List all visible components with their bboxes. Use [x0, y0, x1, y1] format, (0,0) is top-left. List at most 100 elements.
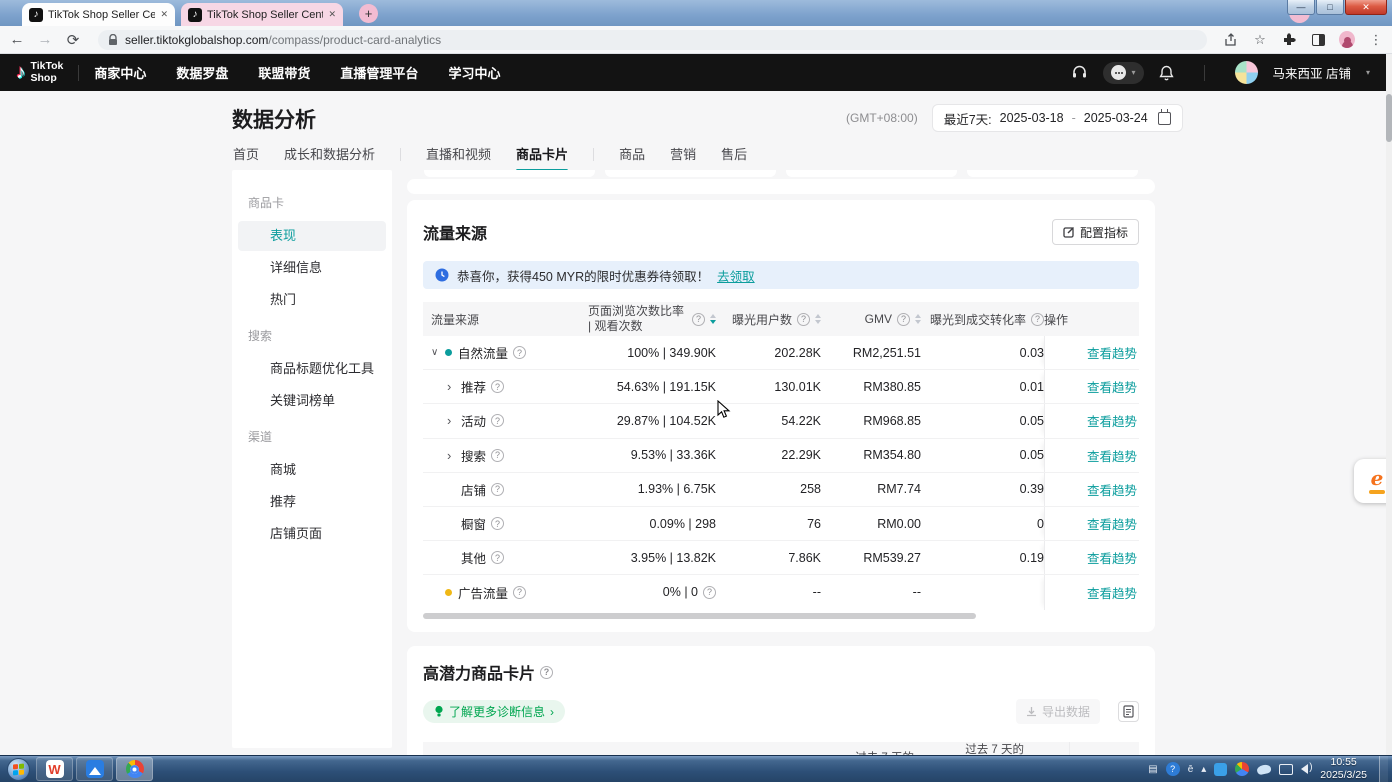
new-tab-button[interactable]: + — [359, 4, 378, 23]
view-trend-link[interactable]: 查看趋势 — [1087, 514, 1137, 533]
analytics-tab[interactable]: 商品 — [619, 144, 645, 172]
help-icon[interactable] — [797, 313, 810, 326]
help-icon[interactable] — [692, 313, 705, 326]
sidebar-item[interactable]: 商品标题优化工具 — [238, 354, 386, 384]
tab-close-icon[interactable]: ✕ — [328, 9, 336, 20]
browser-tab[interactable]: ♪TikTok Shop Seller Center | Cro✕ — [22, 3, 175, 26]
view-trend-link[interactable]: 查看趋势 — [1087, 446, 1137, 465]
site-nav-item[interactable]: 直播管理平台 — [340, 63, 418, 82]
help-icon[interactable] — [491, 380, 504, 393]
notifications-bell-icon[interactable] — [1159, 65, 1174, 81]
show-desktop-button[interactable] — [1379, 756, 1388, 781]
store-name[interactable]: 马来西亚 店铺 — [1273, 63, 1351, 82]
refresh-icon[interactable]: ⟳ — [64, 31, 82, 49]
site-nav-item[interactable]: 学习中心 — [448, 63, 500, 82]
configure-metrics-button[interactable]: 配置指标 — [1052, 219, 1139, 245]
view-trend-link[interactable]: 查看趋势 — [1087, 548, 1137, 567]
volume-icon[interactable] — [1301, 764, 1308, 774]
cloud-tray-icon[interactable] — [1256, 763, 1272, 775]
site-nav-item[interactable]: 数据罗盘 — [176, 63, 228, 82]
analytics-tab[interactable]: 售后 — [721, 144, 747, 172]
sort-icons[interactable] — [815, 314, 821, 324]
tiktok-shop-logo[interactable]: TikTokShop — [31, 61, 64, 83]
export-data-button[interactable]: 导出数据 — [1016, 699, 1100, 724]
taskbar-clock[interactable]: 10:55 2025/3/25 — [1320, 756, 1367, 781]
menu-dots-icon[interactable]: ⋮ — [1368, 32, 1384, 48]
analytics-tab[interactable]: 直播和视频 — [426, 144, 491, 172]
analytics-tab[interactable]: 营销 — [670, 144, 696, 172]
sidebar-item[interactable]: 推荐 — [238, 487, 386, 517]
sort-icons[interactable] — [710, 314, 716, 324]
claim-coupon-link[interactable]: 去领取 — [717, 266, 755, 285]
share-icon[interactable] — [1223, 32, 1239, 48]
help-icon[interactable] — [491, 483, 504, 496]
help-icon[interactable] — [703, 586, 716, 599]
forward-icon[interactable]: → — [36, 31, 54, 48]
analytics-tab[interactable]: 首页 — [233, 144, 259, 172]
view-trend-link[interactable]: 查看趋势 — [1087, 411, 1137, 430]
help-icon[interactable] — [897, 313, 910, 326]
taskbar-meeting-button[interactable] — [76, 757, 113, 781]
sidebar-item[interactable]: 详细信息 — [238, 253, 386, 283]
extensions-icon[interactable] — [1281, 32, 1297, 48]
date-range-picker[interactable]: 最近7天: 2025-03-18 - 2025-03-24 — [932, 104, 1183, 132]
diagnostics-link[interactable]: 了解更多诊断信息 › — [423, 700, 565, 723]
help-icon[interactable] — [491, 517, 504, 530]
hidden-icons-arrow[interactable]: ▴ — [1201, 764, 1206, 775]
help-icon[interactable] — [540, 666, 553, 679]
help-tray-icon[interactable]: ? — [1166, 762, 1180, 776]
taskbar-wps-button[interactable]: W — [36, 757, 73, 781]
side-panel-icon[interactable] — [1310, 32, 1326, 48]
view-trend-link[interactable]: 查看趋势 — [1087, 343, 1137, 362]
help-icon[interactable] — [491, 449, 504, 462]
view-trend-link[interactable]: 查看趋势 — [1087, 377, 1137, 396]
expand-icon[interactable] — [447, 448, 461, 463]
bookmark-star-icon[interactable]: ☆ — [1252, 32, 1268, 48]
tab-close-icon[interactable]: ✕ — [160, 9, 168, 20]
help-icon[interactable] — [491, 551, 504, 564]
scrollbar-thumb[interactable] — [423, 613, 976, 619]
sort-icons[interactable] — [915, 314, 921, 324]
analytics-tab[interactable]: 商品卡片 — [516, 144, 568, 172]
site-nav-item[interactable]: 联盟带货 — [258, 63, 310, 82]
support-headset-icon[interactable] — [1071, 64, 1088, 81]
minimize-button[interactable]: — — [1287, 0, 1315, 15]
store-avatar[interactable] — [1235, 61, 1258, 84]
sidebar-item[interactable]: 店铺页面 — [238, 519, 386, 549]
traffic-row: 广告流量0% | 0----查看趋势 — [423, 575, 1139, 609]
report-icon-button[interactable] — [1118, 701, 1139, 722]
expand-icon[interactable] — [447, 379, 461, 394]
site-nav-item[interactable]: 商家中心 — [94, 63, 146, 82]
chrome-tray-icon[interactable] — [1235, 762, 1249, 776]
close-button[interactable]: ✕ — [1345, 0, 1387, 15]
sidebar-item[interactable]: 热门 — [238, 285, 386, 315]
help-icon[interactable] — [1031, 313, 1044, 326]
sidebar-item[interactable]: 表现 — [238, 221, 386, 251]
network-icon[interactable] — [1279, 764, 1293, 775]
taskbar-chrome-button[interactable] — [116, 757, 153, 781]
start-button[interactable] — [7, 758, 30, 781]
help-icon[interactable] — [513, 586, 526, 599]
expand-icon[interactable] — [447, 413, 461, 428]
back-icon[interactable]: ← — [8, 31, 26, 48]
chevron-down-icon[interactable]: ▾ — [1366, 68, 1370, 77]
view-trend-link[interactable]: 查看趋势 — [1087, 480, 1137, 499]
page-scrollbar-thumb[interactable] — [1386, 94, 1392, 142]
language-selector[interactable]: ▾ — [1103, 62, 1143, 84]
maximize-button[interactable]: □ — [1316, 0, 1344, 15]
sort-asc-icon — [710, 314, 716, 318]
expand-icon[interactable] — [431, 347, 445, 358]
view-trend-link[interactable]: 查看趋势 — [1087, 583, 1137, 602]
ime-icon[interactable]: ē — [1188, 764, 1194, 775]
help-icon[interactable] — [491, 414, 504, 427]
sidebar-item[interactable]: 关键词榜单 — [238, 386, 386, 416]
help-icon[interactable] — [513, 346, 526, 359]
analytics-tab[interactable]: 成长和数据分析 — [284, 144, 375, 172]
browser-tab[interactable]: ♪TikTok Shop Seller Center | Cro✕ — [181, 3, 343, 26]
profile-avatar-icon[interactable] — [1339, 32, 1355, 48]
keyboard-tray-icon[interactable]: ▤ — [1148, 764, 1157, 775]
sidebar-item[interactable]: 商城 — [238, 455, 386, 485]
messenger-tray-icon[interactable] — [1214, 763, 1227, 776]
address-bar[interactable]: seller.tiktokglobalshop.com/compass/prod… — [98, 30, 1207, 50]
page-scrollbar[interactable] — [1386, 54, 1392, 755]
